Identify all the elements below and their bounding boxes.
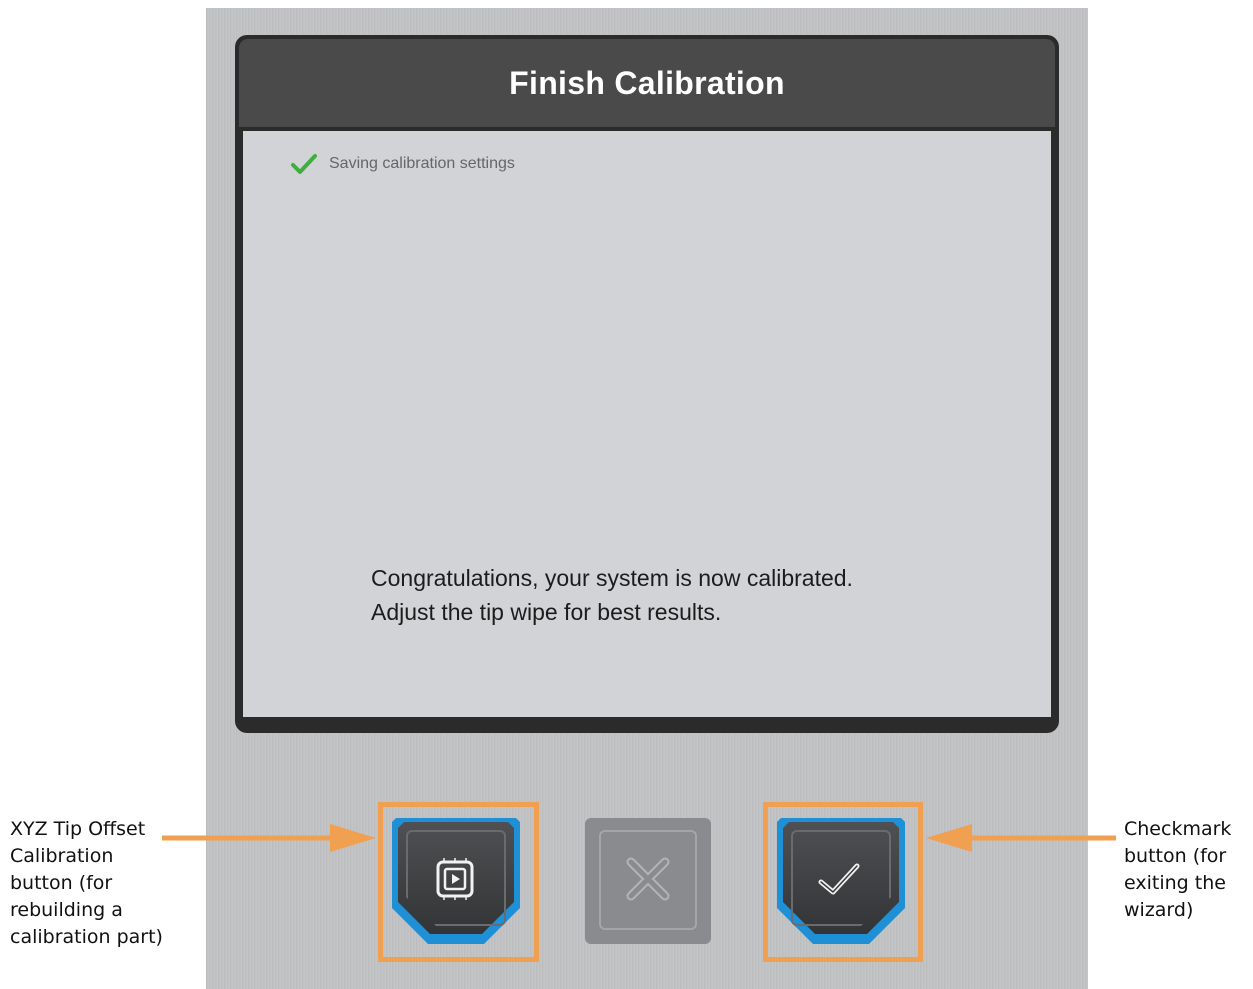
dialog-body: Saving calibration settings Congratulati… — [243, 131, 1051, 717]
checkmark-icon — [291, 154, 317, 174]
cancel-button[interactable] — [585, 818, 711, 944]
right-callout-line: button (for — [1124, 845, 1227, 867]
left-callout-line: button (for — [10, 872, 113, 894]
right-callout: Checkmark button (for exiting the wizard… — [1124, 816, 1231, 924]
dialog-title: Finish Calibration — [509, 64, 785, 101]
left-callout-line: Calibration — [10, 845, 114, 867]
left-callout: XYZ Tip Offset Calibration button (for r… — [10, 816, 163, 951]
completion-message: Congratulations, your system is now cali… — [371, 561, 853, 629]
finish-calibration-dialog: Finish Calibration Saving calibration se… — [235, 35, 1059, 733]
left-callout-line: XYZ Tip Offset — [10, 818, 146, 840]
message-line-2: Adjust the tip wipe for best results. — [371, 599, 722, 625]
right-callout-line: Checkmark — [1124, 818, 1232, 840]
close-icon — [626, 857, 670, 901]
right-callout-line: exiting the — [1124, 872, 1226, 894]
highlight-left-button — [378, 802, 539, 962]
highlight-right-button — [763, 802, 923, 962]
left-callout-line: rebuilding a — [10, 899, 123, 921]
right-arrow — [926, 824, 1116, 852]
status-row: Saving calibration settings — [291, 153, 515, 175]
left-arrow — [162, 824, 376, 852]
status-text: Saving calibration settings — [329, 155, 515, 172]
dialog-header: Finish Calibration — [239, 39, 1055, 127]
right-callout-line: wizard) — [1124, 899, 1194, 921]
left-callout-line: calibration part) — [10, 926, 163, 948]
message-line-1: Congratulations, your system is now cali… — [371, 565, 853, 591]
